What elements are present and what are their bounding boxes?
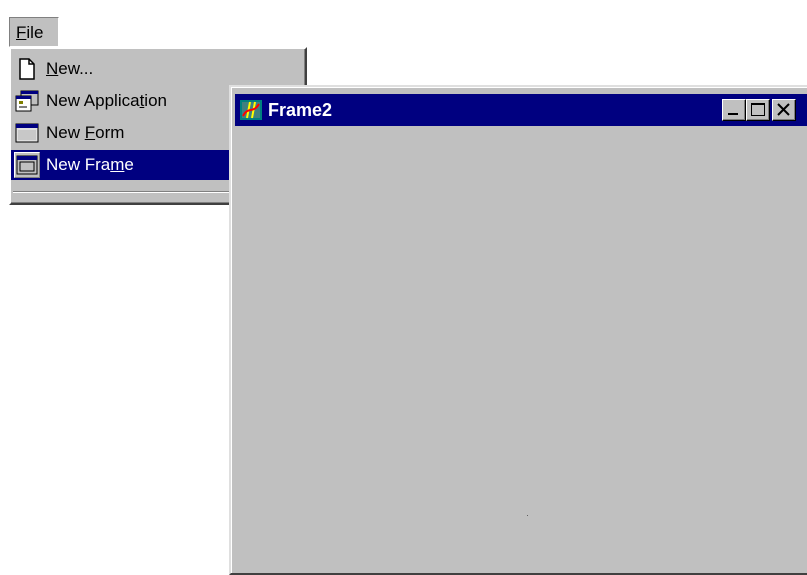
menu-item-new-form-label: New Form — [46, 123, 125, 142]
menu-item-new[interactable]: New... — [11, 54, 303, 84]
file-menu[interactable]: File — [9, 17, 59, 47]
file-menu-accelerator: F — [16, 23, 27, 42]
client-area-pixel — [527, 515, 528, 516]
application-icon[interactable] — [239, 98, 263, 122]
new-frame-icon — [14, 152, 40, 178]
close-icon — [777, 103, 790, 116]
maximize-button[interactable] — [746, 99, 770, 121]
minimize-icon — [728, 113, 738, 115]
menu-item-new-label: New... — [46, 59, 94, 78]
window-title: Frame2 — [268, 99, 333, 120]
file-menu-label: ile — [26, 23, 44, 42]
menu-item-new-application-label: New Application — [46, 91, 167, 110]
minimize-button[interactable] — [722, 99, 746, 121]
maximize-icon — [751, 103, 765, 116]
new-form-icon — [14, 120, 40, 146]
menu-item-new-frame[interactable]: New Frame — [11, 150, 229, 180]
blank-document-icon — [14, 56, 40, 82]
menu-item-new-frame-label: New Frame — [46, 155, 134, 174]
frame2-window[interactable]: Frame2 — [229, 85, 807, 575]
frame2-title-bar[interactable]: Frame2 — [235, 94, 807, 126]
new-application-icon — [14, 88, 40, 114]
close-button[interactable] — [772, 99, 796, 121]
